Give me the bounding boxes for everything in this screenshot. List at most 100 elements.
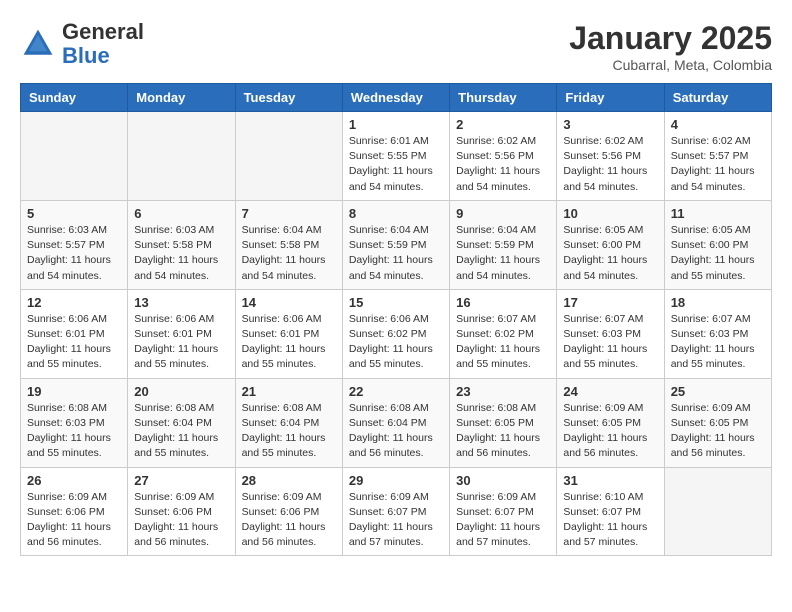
- location-subtitle: Cubarral, Meta, Colombia: [569, 57, 772, 73]
- calendar-cell: 5 Sunrise: 6:03 AMSunset: 5:57 PMDaylight…: [21, 200, 128, 289]
- logo-icon: [20, 26, 56, 62]
- day-number: 28: [242, 473, 336, 488]
- calendar-week-5: 26Sunrise: 6:09 AMSunset: 6:06 PMDayligh…: [21, 467, 772, 556]
- day-info: Sunrise: 6:04 AMSunset: 5:59 PMDaylight:…: [349, 223, 443, 284]
- day-number: 15: [349, 295, 443, 310]
- day-number: 27: [134, 473, 228, 488]
- logo-text: General Blue: [62, 20, 144, 68]
- day-number: 11: [671, 206, 765, 221]
- day-number: 24: [563, 384, 657, 399]
- day-info: Sunrise: 6:08 AMSunset: 6:03 PMDaylight:…: [27, 401, 121, 462]
- calendar-cell: 21 Sunrise: 6:08 AMSunset: 6:04 PMDayligh…: [235, 378, 342, 467]
- day-number: 12: [27, 295, 121, 310]
- calendar-cell: 2Sunrise: 6:02 AMSunset: 5:56 PMDaylight…: [450, 112, 557, 201]
- weekday-header-saturday: Saturday: [664, 84, 771, 112]
- calendar-cell: 30 Sunrise: 6:09 AMSunset: 6:07 PMDayligh…: [450, 467, 557, 556]
- calendar-week-3: 12 Sunrise: 6:06 AMSunset: 6:01 PMDayligh…: [21, 289, 772, 378]
- calendar-cell: 12Sunrise: 6:06 AMSunset: 6:01 PMDayligh…: [21, 289, 128, 378]
- calendar-cell: 27 Sunrise: 6:09 AMSunset: 6:06 PMDayligh…: [128, 467, 235, 556]
- day-number: 14: [242, 295, 336, 310]
- day-number: 19: [27, 384, 121, 399]
- calendar-cell: 17 Sunrise: 6:07 AMSunset: 6:03 PMDayligh…: [557, 289, 664, 378]
- calendar-cell: 28 Sunrise: 6:09 AMSunset: 6:06 PMDayligh…: [235, 467, 342, 556]
- calendar-cell: 13 Sunrise: 6:06 AMSunset: 6:01 PMDayligh…: [128, 289, 235, 378]
- day-number: 5: [27, 206, 121, 221]
- day-number: 9: [456, 206, 550, 221]
- day-info: Sunrise: 6:08 AMSunset: 6:04 PMDaylight:…: [349, 401, 443, 462]
- page-header: General Blue January 2025 Cubarral, Meta…: [20, 20, 772, 73]
- calendar-cell: 25 Sunrise: 6:09 AMSunset: 6:05 PMDayligh…: [664, 378, 771, 467]
- day-number: 30: [456, 473, 550, 488]
- calendar-cell: 3 Sunrise: 6:02 AMSunset: 5:56 PMDaylight…: [557, 112, 664, 201]
- calendar-cell: [21, 112, 128, 201]
- day-number: 13: [134, 295, 228, 310]
- calendar-week-1: 1 Sunrise: 6:01 AMSunset: 5:55 PMDaylight…: [21, 112, 772, 201]
- day-info: Sunrise: 6:06 AMSunset: 6:01 PMDaylight:…: [242, 312, 336, 373]
- logo-blue: Blue: [62, 43, 110, 68]
- day-number: 25: [671, 384, 765, 399]
- day-number: 21: [242, 384, 336, 399]
- day-info: Sunrise: 6:07 AMSunset: 6:02 PMDaylight:…: [456, 312, 550, 373]
- day-number: 22: [349, 384, 443, 399]
- weekday-header-monday: Monday: [128, 84, 235, 112]
- day-info: Sunrise: 6:07 AMSunset: 6:03 PMDaylight:…: [563, 312, 657, 373]
- day-info: Sunrise: 6:09 AMSunset: 6:07 PMDaylight:…: [456, 490, 550, 551]
- calendar-cell: 24Sunrise: 6:09 AMSunset: 6:05 PMDayligh…: [557, 378, 664, 467]
- day-number: 7: [242, 206, 336, 221]
- day-number: 20: [134, 384, 228, 399]
- calendar-cell: 29Sunrise: 6:09 AMSunset: 6:07 PMDayligh…: [342, 467, 449, 556]
- calendar-cell: [235, 112, 342, 201]
- calendar-cell: 10Sunrise: 6:05 AMSunset: 6:00 PMDayligh…: [557, 200, 664, 289]
- day-info: Sunrise: 6:01 AMSunset: 5:55 PMDaylight:…: [349, 134, 443, 195]
- weekday-header-thursday: Thursday: [450, 84, 557, 112]
- day-number: 31: [563, 473, 657, 488]
- day-number: 1: [349, 117, 443, 132]
- month-title: January 2025: [569, 20, 772, 57]
- day-info: Sunrise: 6:08 AMSunset: 6:04 PMDaylight:…: [134, 401, 228, 462]
- calendar-cell: 6Sunrise: 6:03 AMSunset: 5:58 PMDaylight…: [128, 200, 235, 289]
- day-info: Sunrise: 6:06 AMSunset: 6:01 PMDaylight:…: [134, 312, 228, 373]
- calendar-week-4: 19 Sunrise: 6:08 AMSunset: 6:03 PMDayligh…: [21, 378, 772, 467]
- logo-general: General: [62, 19, 144, 44]
- day-info: Sunrise: 6:09 AMSunset: 6:07 PMDaylight:…: [349, 490, 443, 551]
- day-info: Sunrise: 6:09 AMSunset: 6:06 PMDaylight:…: [242, 490, 336, 551]
- day-number: 3: [563, 117, 657, 132]
- day-info: Sunrise: 6:03 AMSunset: 5:58 PMDaylight:…: [134, 223, 228, 284]
- calendar-cell: 14 Sunrise: 6:06 AMSunset: 6:01 PMDayligh…: [235, 289, 342, 378]
- title-block: January 2025 Cubarral, Meta, Colombia: [569, 20, 772, 73]
- calendar-cell: [664, 467, 771, 556]
- weekday-header-row: SundayMondayTuesdayWednesdayThursdayFrid…: [21, 84, 772, 112]
- day-info: Sunrise: 6:07 AMSunset: 6:03 PMDaylight:…: [671, 312, 765, 373]
- day-info: Sunrise: 6:08 AMSunset: 6:04 PMDaylight:…: [242, 401, 336, 462]
- weekday-header-wednesday: Wednesday: [342, 84, 449, 112]
- day-number: 23: [456, 384, 550, 399]
- calendar-cell: 18Sunrise: 6:07 AMSunset: 6:03 PMDayligh…: [664, 289, 771, 378]
- calendar-cell: 11Sunrise: 6:05 AMSunset: 6:00 PMDayligh…: [664, 200, 771, 289]
- day-info: Sunrise: 6:04 AMSunset: 5:59 PMDaylight:…: [456, 223, 550, 284]
- day-info: Sunrise: 6:09 AMSunset: 6:06 PMDaylight:…: [27, 490, 121, 551]
- day-info: Sunrise: 6:02 AMSunset: 5:56 PMDaylight:…: [456, 134, 550, 195]
- day-number: 10: [563, 206, 657, 221]
- calendar-cell: 31 Sunrise: 6:10 AMSunset: 6:07 PMDayligh…: [557, 467, 664, 556]
- day-info: Sunrise: 6:02 AMSunset: 5:56 PMDaylight:…: [563, 134, 657, 195]
- day-number: 4: [671, 117, 765, 132]
- calendar-cell: 7 Sunrise: 6:04 AMSunset: 5:58 PMDaylight…: [235, 200, 342, 289]
- day-number: 17: [563, 295, 657, 310]
- day-info: Sunrise: 6:10 AMSunset: 6:07 PMDaylight:…: [563, 490, 657, 551]
- calendar-cell: 9 Sunrise: 6:04 AMSunset: 5:59 PMDaylight…: [450, 200, 557, 289]
- weekday-header-tuesday: Tuesday: [235, 84, 342, 112]
- calendar-cell: 4 Sunrise: 6:02 AMSunset: 5:57 PMDaylight…: [664, 112, 771, 201]
- calendar-cell: 26Sunrise: 6:09 AMSunset: 6:06 PMDayligh…: [21, 467, 128, 556]
- day-info: Sunrise: 6:02 AMSunset: 5:57 PMDaylight:…: [671, 134, 765, 195]
- weekday-header-sunday: Sunday: [21, 84, 128, 112]
- calendar-cell: 8 Sunrise: 6:04 AMSunset: 5:59 PMDaylight…: [342, 200, 449, 289]
- logo: General Blue: [20, 20, 144, 68]
- day-info: Sunrise: 6:08 AMSunset: 6:05 PMDaylight:…: [456, 401, 550, 462]
- calendar-cell: 15Sunrise: 6:06 AMSunset: 6:02 PMDayligh…: [342, 289, 449, 378]
- day-info: Sunrise: 6:03 AMSunset: 5:57 PMDaylight:…: [27, 223, 121, 284]
- calendar-cell: 1 Sunrise: 6:01 AMSunset: 5:55 PMDaylight…: [342, 112, 449, 201]
- day-info: Sunrise: 6:04 AMSunset: 5:58 PMDaylight:…: [242, 223, 336, 284]
- day-info: Sunrise: 6:09 AMSunset: 6:05 PMDaylight:…: [671, 401, 765, 462]
- day-info: Sunrise: 6:09 AMSunset: 6:06 PMDaylight:…: [134, 490, 228, 551]
- day-number: 8: [349, 206, 443, 221]
